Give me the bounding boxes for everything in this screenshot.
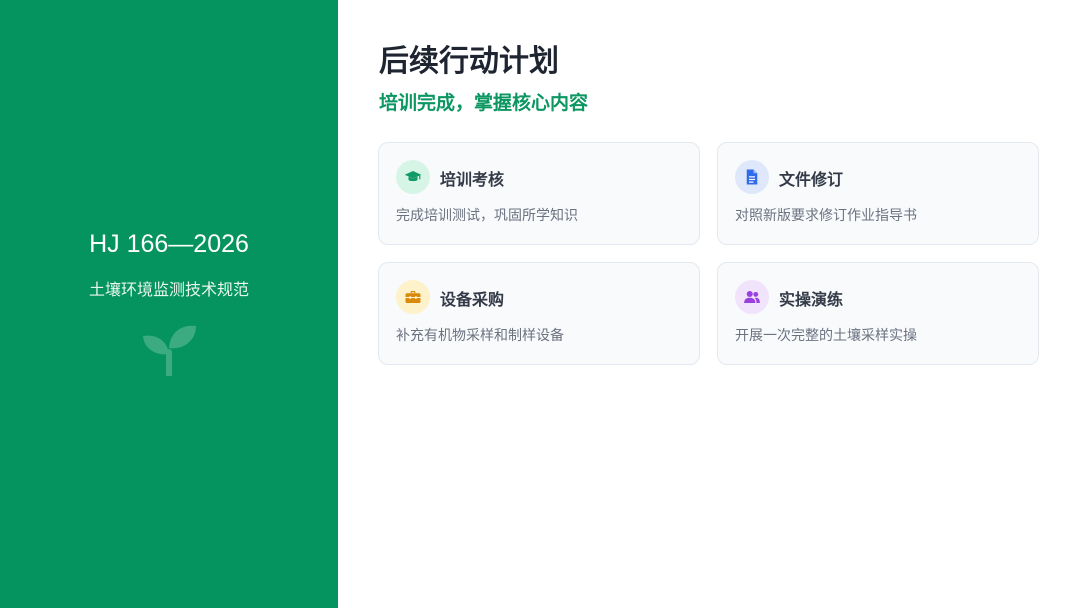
document-icon xyxy=(746,169,758,185)
card-title: 文件修订 xyxy=(779,170,844,189)
card-description: 补充有机物采样和制样设备 xyxy=(396,328,564,344)
card-description: 对照新版要求修订作业指导书 xyxy=(735,208,917,224)
icon-badge xyxy=(735,280,769,314)
graduation-cap-icon xyxy=(404,171,422,182)
action-card-field-practice: 实操演练 开展一次完整的土壤采样实操 xyxy=(717,262,1039,365)
action-card-training: 培训考核 完成培训测试，巩固所学知识 xyxy=(378,142,700,245)
icon-badge xyxy=(396,160,430,194)
page-subtitle: 培训完成，掌握核心内容 xyxy=(379,92,589,114)
users-icon xyxy=(744,291,760,303)
card-title: 实操演练 xyxy=(779,290,844,309)
standard-name: 土壤环境监测技术规范 xyxy=(88,280,249,299)
card-description: 开展一次完整的土壤采样实操 xyxy=(735,328,917,344)
action-card-document-revision: 文件修订 对照新版要求修订作业指导书 xyxy=(717,142,1039,245)
icon-badge xyxy=(396,280,430,314)
card-title: 设备采购 xyxy=(440,290,505,309)
slide: HJ 166—2026 土壤环境监测技术规范 后续行动计划 培训完成，掌握核心内… xyxy=(0,0,1080,608)
icon-badge xyxy=(735,160,769,194)
standard-code: HJ 166—2026 xyxy=(89,230,249,258)
action-card-equipment-purchase: 设备采购 补充有机物采样和制样设备 xyxy=(378,262,700,365)
card-description: 完成培训测试，巩固所学知识 xyxy=(396,208,578,224)
card-title: 培训考核 xyxy=(440,170,505,189)
sprout-icon xyxy=(143,325,196,376)
toolbox-icon xyxy=(405,291,421,303)
left-panel: HJ 166—2026 土壤环境监测技术规范 xyxy=(0,0,338,608)
page-title: 后续行动计划 xyxy=(379,44,559,79)
